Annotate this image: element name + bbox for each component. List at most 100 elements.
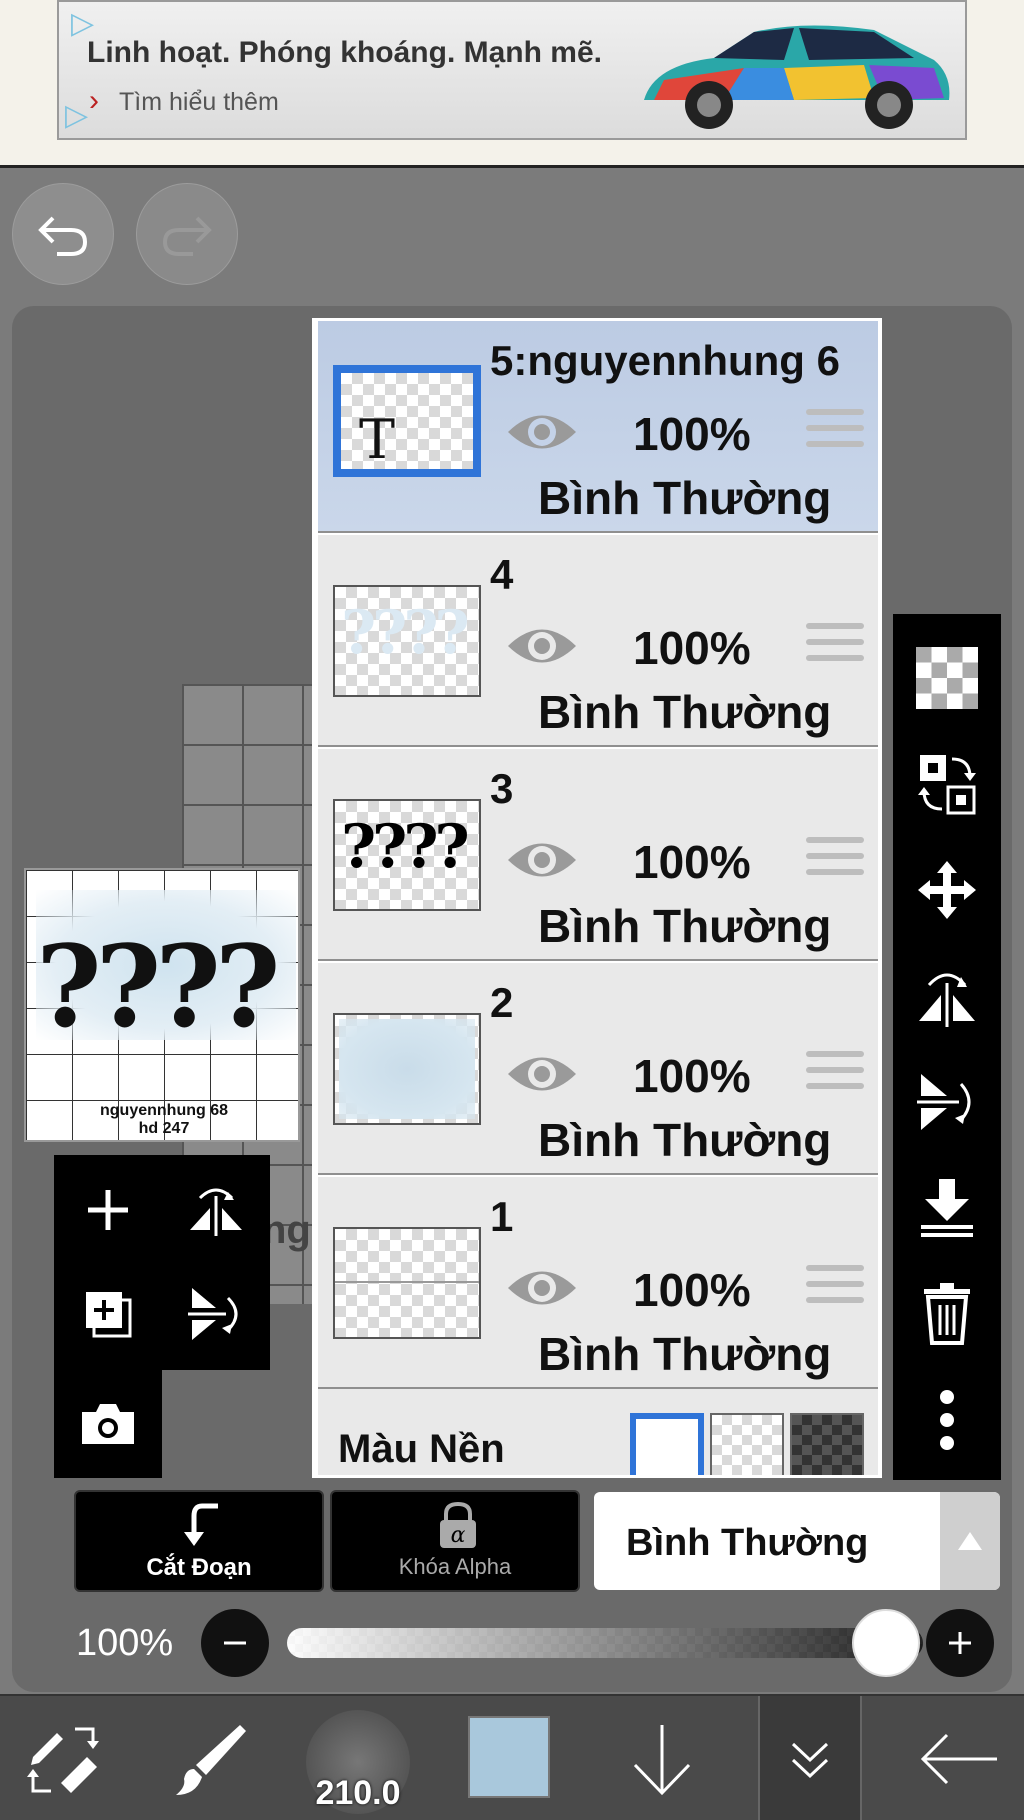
bg-swatch-transparent-dark[interactable] [790, 1413, 864, 1475]
layer-name: 5:nguyennhung 6 [490, 337, 840, 384]
layer-blend-mode: Bình Thường [538, 686, 832, 738]
thumbnail-question-marks: ???? [36, 922, 280, 1053]
layer-row-3[interactable]: ???? 3 100% Bình Thường [318, 749, 878, 961]
thumbnail-caption-1: nguyennhung 68 [100, 1102, 228, 1119]
opacity-value-label: 100% [76, 1622, 174, 1664]
canvas-thumbnail[interactable]: ???? nguyennhung 68 hd 247 [24, 868, 300, 1142]
flip-vertical-icon [188, 1288, 238, 1340]
layer-thumbnail [333, 1013, 481, 1125]
plus-icon [949, 1632, 971, 1654]
flip-horizontal-layer-button[interactable] [170, 1160, 262, 1260]
flip-vertical-layer-button[interactable] [170, 1264, 262, 1364]
layers-button[interactable] [758, 1696, 862, 1820]
redo-button[interactable] [136, 183, 238, 285]
undo-icon [38, 216, 88, 256]
current-color-swatch[interactable] [468, 1716, 550, 1798]
layer-row-5[interactable]: T 5:nguyennhung 6 100% Bình Thường [318, 321, 878, 533]
layer-blend-mode: Bình Thường [538, 1114, 832, 1166]
merge-down-button[interactable] [907, 1168, 987, 1248]
blend-mode-select[interactable]: Bình Thường [594, 1492, 1000, 1590]
layer-opacity: 100% [633, 622, 751, 674]
back-button[interactable] [904, 1696, 1014, 1820]
flip-horizontal-icon [190, 1188, 242, 1236]
drag-handle-icon[interactable] [806, 837, 864, 883]
layer-blend-mode: Bình Thường [538, 1328, 832, 1380]
eye-icon[interactable] [504, 835, 580, 885]
opacity-slider-knob[interactable] [852, 1609, 920, 1677]
ad-banner[interactable]: ▷ ▷ Linh hoạt. Phóng khoáng. Mạnh mẽ. › … [57, 0, 967, 140]
flip-horizontal-icon [919, 973, 975, 1027]
car-image [644, 25, 950, 129]
layer-thumbnail: T [333, 365, 481, 477]
eye-icon[interactable] [504, 1263, 580, 1313]
more-options-button[interactable] [907, 1380, 987, 1460]
bg-swatch-transparent-light[interactable] [710, 1413, 784, 1475]
layer-row-2[interactable]: 2 100% Bình Thường [318, 963, 878, 1175]
layer-opacity: 100% [633, 1264, 751, 1316]
layer-row-1[interactable]: 1 100% Bình Thường [318, 1177, 878, 1389]
camera-import-button[interactable] [62, 1374, 154, 1474]
drag-handle-icon[interactable] [806, 1265, 864, 1311]
layer-thumbnail: ???? [333, 799, 481, 911]
opacity-slider[interactable] [287, 1628, 923, 1658]
drag-handle-icon[interactable] [806, 623, 864, 669]
tool-switch-button[interactable] [10, 1696, 120, 1820]
arrow-left-icon [920, 1733, 997, 1785]
merge-down-icon [921, 1179, 973, 1237]
flip-vertical-button[interactable] [907, 1062, 987, 1142]
duplicate-layer-button[interactable] [62, 1264, 154, 1364]
ad-headline: Linh hoạt. Phóng khoáng. Mạnh mẽ. [87, 36, 602, 69]
layers-panel: T 5:nguyennhung 6 100% Bình Thường ???? … [312, 318, 882, 1478]
eye-icon[interactable] [504, 407, 580, 457]
ad-info-icon[interactable]: ▷ [65, 98, 88, 133]
background-color-label: Màu Nền [338, 1427, 505, 1471]
text-layer-glyph: T [359, 408, 396, 471]
opacity-decrease-button[interactable] [201, 1609, 269, 1677]
bg-swatch-white[interactable] [630, 1413, 704, 1475]
blend-mode-value: Bình Thường [626, 1522, 869, 1564]
dropdown-arrow-icon[interactable] [940, 1492, 1000, 1590]
alpha-lock-button[interactable]: α Khóa Alpha [330, 1490, 580, 1592]
layer-opacity: 100% [633, 408, 751, 460]
watercolor-fill [339, 1019, 475, 1119]
layer-thumbnail [333, 1227, 481, 1339]
layer-thumb-glyphs: ???? [341, 598, 470, 668]
alpha-lock-label: Khóa Alpha [398, 1554, 512, 1579]
eye-icon[interactable] [504, 621, 580, 671]
delete-layer-button[interactable] [907, 1274, 987, 1354]
brush-size-button[interactable]: 210.0 [306, 1710, 410, 1814]
drag-handle-icon[interactable] [806, 409, 864, 455]
clipping-label: Cắt Đoạn [146, 1554, 252, 1581]
ad-cta-link[interactable]: Tìm hiểu thêm [119, 88, 279, 117]
move-button[interactable] [907, 850, 987, 930]
pen-eraser-switch-icon [27, 1727, 99, 1793]
brush-icon [176, 1725, 246, 1795]
add-layer-button[interactable] [62, 1160, 154, 1260]
brush-size-value: 210.0 [315, 1774, 401, 1812]
drag-handle-icon[interactable] [806, 1051, 864, 1097]
layer-thumbnail: ???? [333, 585, 481, 697]
layer-actions-strip [893, 614, 1001, 1480]
layer-name: 1 [490, 1193, 514, 1240]
clipping-button[interactable]: Cắt Đoạn [74, 1490, 324, 1592]
camera-icon [82, 1404, 134, 1444]
copy-layer-icon [86, 1292, 132, 1338]
layer-down-button[interactable] [612, 1696, 712, 1820]
move-arrows-icon [918, 861, 976, 919]
eye-icon[interactable] [504, 1049, 580, 1099]
trash-icon [924, 1283, 970, 1345]
undo-button[interactable] [12, 183, 114, 285]
swap-layer-button[interactable] [907, 744, 987, 824]
layer-row-4[interactable]: ???? 4 100% Bình Thường [318, 535, 878, 747]
flip-horizontal-button[interactable] [907, 956, 987, 1036]
layer-name: 2 [490, 979, 514, 1026]
layer-opacity: 100% [633, 836, 751, 888]
opacity-increase-button[interactable] [926, 1609, 994, 1677]
transparency-button[interactable] [907, 638, 987, 718]
more-vertical-icon [940, 1390, 954, 1450]
double-chevron-down-icon [791, 1742, 829, 1779]
clip-arrow-icon [184, 1503, 218, 1546]
brush-tool-button[interactable] [160, 1696, 260, 1820]
bottom-toolbar: 210.0 [0, 1694, 1024, 1820]
redo-icon [162, 216, 212, 256]
